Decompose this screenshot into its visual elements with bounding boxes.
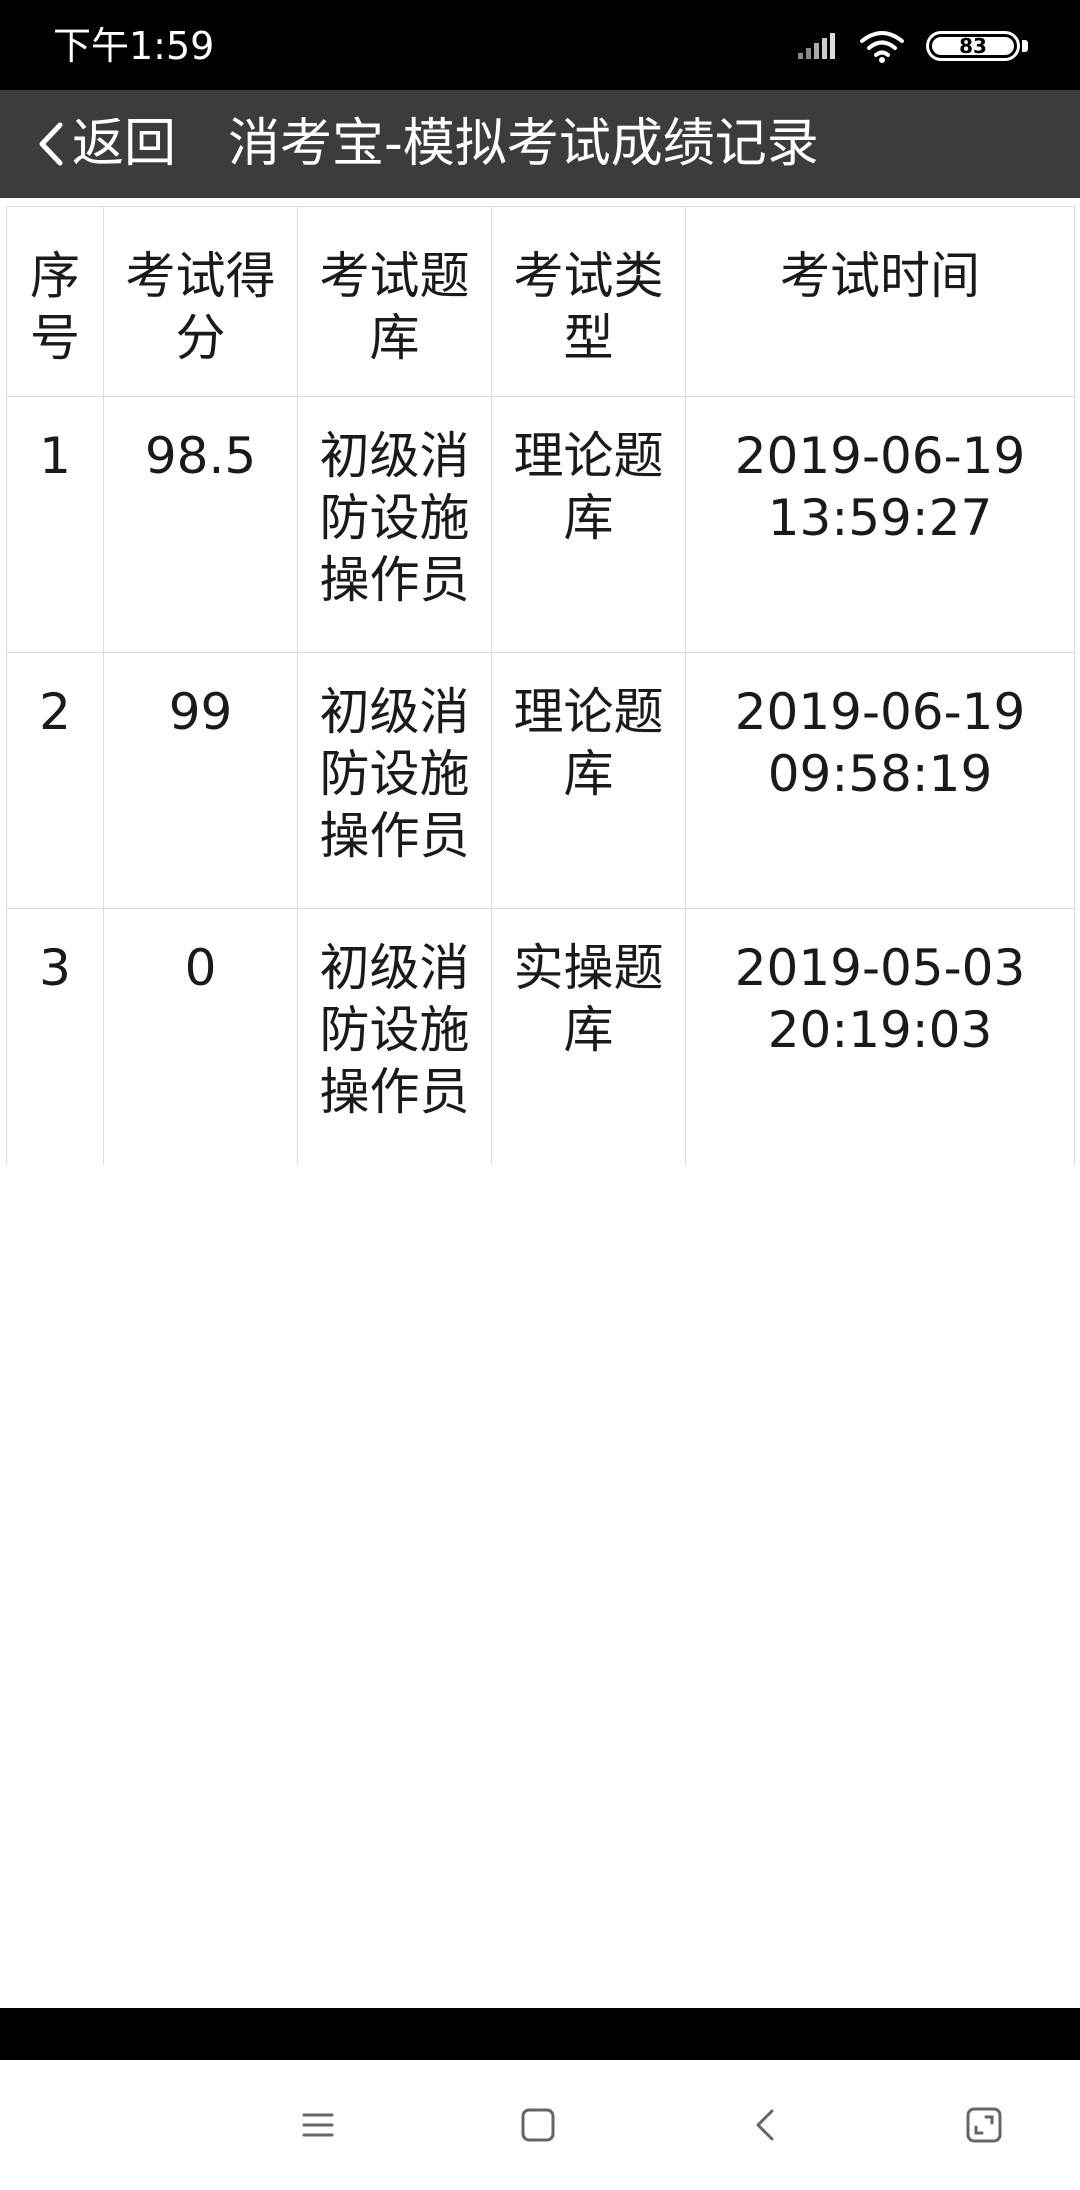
back-button[interactable]: 返回 [36,90,176,198]
back-label: 返回 [72,114,177,174]
chevron-left-icon [39,122,63,166]
table-row[interactable]: 1 98.5 初级消防设施操作员 理论题库 2019-06-19 13:59:2… [6,396,1075,653]
cell-time: 2019-06-19 13:59:27 [685,396,1075,653]
cell-score: 0 [103,908,298,1165]
recents-icon[interactable] [964,2105,1004,2145]
table-row[interactable]: 2 99 初级消防设施操作员 理论题库 2019-06-19 09:58:19 [6,652,1075,909]
cell-score: 98.5 [103,396,298,653]
status-icons: 83 [796,26,1030,66]
app-header: 返回 消考宝-模拟考试成绩记录 [0,90,1080,198]
cell-no: 2 [6,652,104,909]
battery-icon: 83 [926,29,1030,63]
wifi-icon [860,31,904,63]
column-header-no: 序号 [6,206,104,397]
cell-type: 实操题库 [491,908,686,1165]
home-icon[interactable] [518,2105,558,2145]
page-title: 消考宝-模拟考试成绩记录 [228,114,819,174]
cell-bank: 初级消防设施操作员 [297,652,492,909]
records-table: 序号 考试得分 考试题库 考试类型 考试时间 1 98.5 初级消防设施操作员 … [6,206,1075,1165]
column-header-time: 考试时间 [685,206,1075,397]
signal-icon [798,33,835,59]
cell-bank: 初级消防设施操作员 [297,908,492,1165]
cell-bank: 初级消防设施操作员 [297,396,492,653]
table-header-row: 序号 考试得分 考试题库 考试类型 考试时间 [6,206,1075,397]
cell-no: 3 [6,908,104,1165]
nav-separator [0,2008,1080,2060]
cell-time: 2019-06-19 09:58:19 [685,652,1075,909]
column-header-score: 考试得分 [103,206,298,397]
battery-level: 83 [932,36,1014,56]
cell-time: 2019-05-03 20:19:03 [685,908,1075,1165]
status-bar: 下午1:59 83 [0,0,1080,90]
menu-icon[interactable] [298,2105,338,2145]
column-header-type: 考试类型 [491,206,686,397]
cell-type: 理论题库 [491,396,686,653]
cell-type: 理论题库 [491,652,686,909]
status-time: 下午1:59 [53,24,215,68]
cell-score: 99 [103,652,298,909]
table-row[interactable]: 3 0 初级消防设施操作员 实操题库 2019-05-03 20:19:03 [6,908,1075,1165]
column-header-bank: 考试题库 [297,206,492,397]
back-icon[interactable] [746,2105,786,2145]
cell-no: 1 [6,396,104,653]
